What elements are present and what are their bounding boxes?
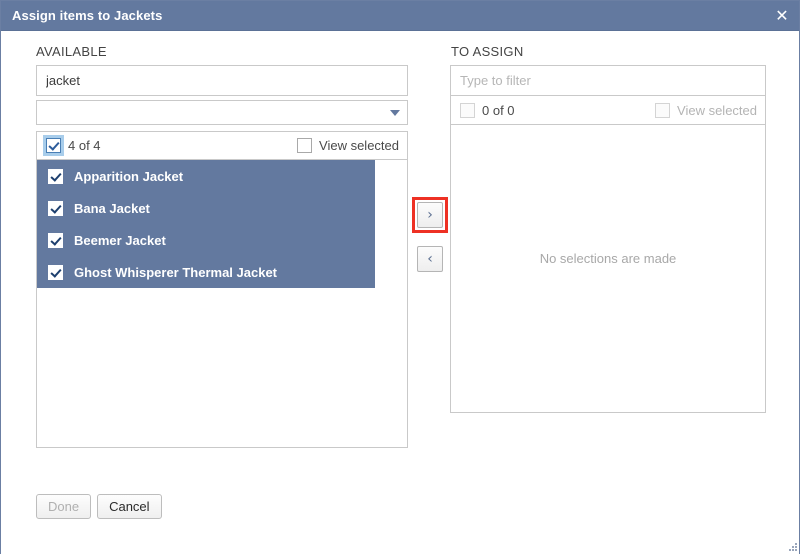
available-panel-label: AVAILABLE [36, 44, 107, 59]
item-label: Ghost Whisperer Thermal Jacket [74, 264, 278, 280]
dialog-footer: Done Cancel [36, 494, 162, 519]
item-label: Beemer Jacket [74, 232, 166, 248]
to-assign-select-all-checkbox[interactable] [460, 102, 475, 118]
assign-button[interactable]: › [417, 202, 443, 228]
to-assign-filter-input[interactable] [450, 65, 766, 96]
assign-button-highlight: › [412, 197, 448, 233]
to-assign-view-selected-group[interactable]: View selected [655, 102, 757, 118]
cancel-button[interactable]: Cancel [97, 494, 162, 519]
available-view-selected-label: View selected [319, 138, 399, 153]
category-select[interactable] [36, 100, 408, 125]
item-checkbox[interactable] [48, 168, 63, 184]
list-item[interactable]: Beemer Jacket [37, 224, 375, 256]
item-label: Apparition Jacket [74, 168, 184, 184]
close-icon[interactable]: ✕ [765, 1, 799, 30]
available-list[interactable]: Apparition Jacket Bana Jacket Beemer Jac… [36, 159, 408, 448]
unassign-button[interactable]: ‹ [417, 246, 443, 272]
item-checkbox[interactable] [48, 264, 63, 280]
available-count-label: 4 of 4 [68, 138, 101, 153]
list-item[interactable]: Apparition Jacket [37, 160, 375, 192]
available-list-header: 4 of 4 View selected [36, 131, 408, 159]
done-button[interactable]: Done [36, 494, 92, 519]
dialog-title-bar: Assign items to Jackets ✕ [1, 1, 799, 31]
available-select-all-group[interactable]: 4 of 4 [43, 135, 101, 156]
to-assign-view-selected-label: View selected [677, 102, 757, 118]
available-select-all-checkbox[interactable] [43, 135, 64, 156]
available-view-selected-checkbox[interactable] [297, 138, 313, 153]
to-assign-list-header: 0 of 0 View selected [450, 96, 766, 124]
list-item[interactable]: Ghost Whisperer Thermal Jacket [37, 256, 375, 288]
to-assign-panel-label: TO ASSIGN [451, 44, 524, 59]
to-assign-list[interactable]: No selections are made [450, 124, 766, 413]
to-assign-empty-message: No selections are made [539, 251, 677, 266]
item-label: Bana Jacket [74, 200, 150, 216]
dialog-title: Assign items to Jackets [12, 8, 163, 23]
to-assign-view-selected-checkbox[interactable] [655, 102, 671, 118]
to-assign-count-label: 0 of 0 [482, 102, 515, 118]
resize-grip[interactable] [788, 542, 797, 551]
chevron-right-icon: › [427, 207, 433, 223]
dialog-body: AVAILABLE TO ASSIGN 4 of 4 View selected [1, 31, 799, 554]
available-filter-input[interactable] [36, 65, 408, 96]
available-panel: 4 of 4 View selected Apparition Jacket B… [36, 65, 408, 448]
assign-items-dialog: Assign items to Jackets ✕ AVAILABLE TO A… [0, 0, 800, 554]
chevron-left-icon: ‹ [427, 251, 433, 267]
transfer-buttons: › ‹ [412, 197, 448, 272]
available-view-selected-group[interactable]: View selected [297, 138, 399, 153]
to-assign-select-all-group[interactable]: 0 of 0 [460, 102, 515, 118]
item-checkbox[interactable] [48, 232, 63, 248]
list-item[interactable]: Bana Jacket [37, 192, 375, 224]
chevron-down-icon [390, 110, 400, 116]
to-assign-panel: 0 of 0 View selected No selections are m… [450, 65, 766, 413]
item-checkbox[interactable] [48, 200, 63, 216]
